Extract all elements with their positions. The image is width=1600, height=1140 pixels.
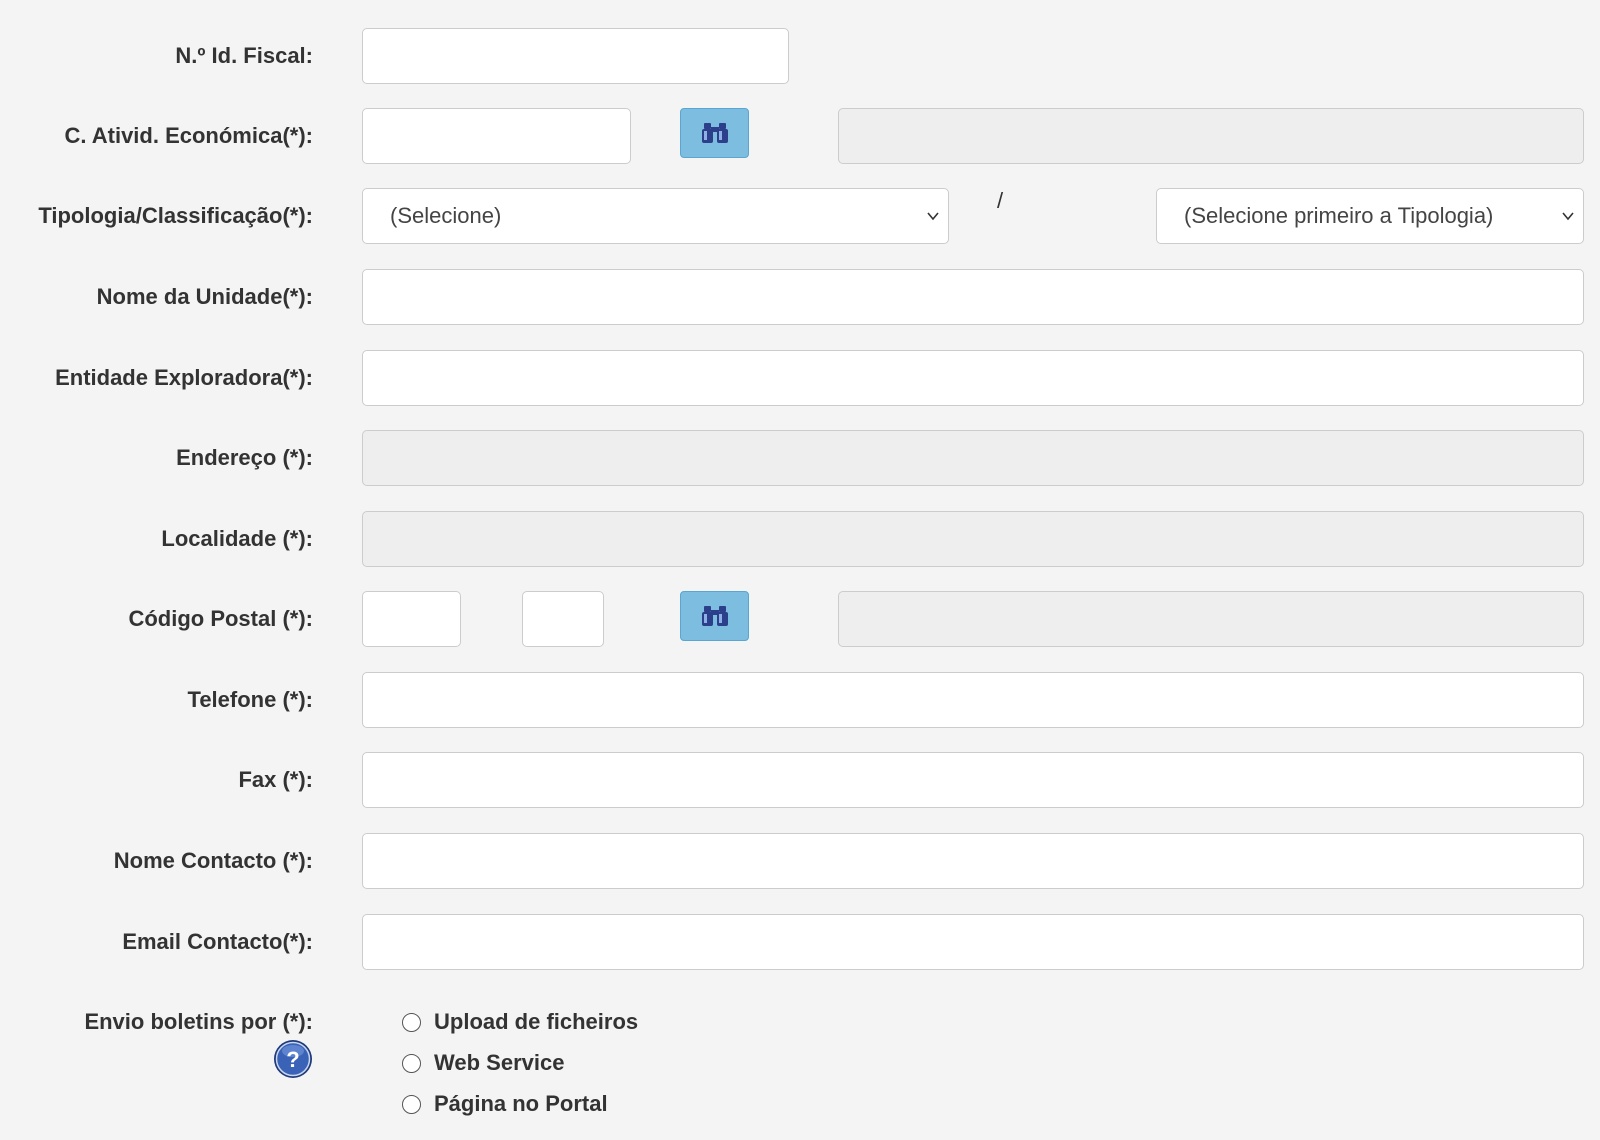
tipologia-select-value: (Selecione) [390, 203, 502, 228]
nome-contacto-input[interactable] [362, 833, 1584, 889]
cae-label: C. Ativid. Económica(*): [64, 123, 313, 148]
svg-text:?: ? [286, 1047, 299, 1072]
cp4-input[interactable] [362, 591, 461, 647]
fax-label: Fax (*): [238, 767, 313, 792]
localidade-field [362, 511, 1584, 567]
radio-upload-label: Upload de ficheiros [434, 1009, 639, 1034]
codigo-postal-search-button[interactable] [680, 591, 749, 641]
radio-portal[interactable] [402, 1094, 421, 1114]
nome-unidade-label: Nome da Unidade(*): [96, 284, 313, 309]
tipologia-select[interactable]: (Selecione) [362, 188, 949, 244]
endereco-field [362, 430, 1584, 486]
chevron-down-icon [927, 212, 939, 221]
localidade-label: Localidade (*): [161, 526, 313, 551]
telefone-label: Telefone (*): [187, 687, 313, 712]
binoculars-icon [701, 123, 728, 143]
nome-unidade-input[interactable] [362, 269, 1584, 325]
cae-input[interactable] [362, 108, 631, 164]
binoculars-icon [701, 606, 728, 626]
telefone-input[interactable] [362, 672, 1584, 728]
radio-webservice[interactable] [402, 1053, 421, 1073]
nif-label: N.º Id. Fiscal: [175, 43, 313, 68]
codigo-postal-designacao-field [838, 591, 1584, 647]
email-contacto-label: Email Contacto(*): [122, 929, 313, 954]
codigo-postal-label: Código Postal (*): [128, 606, 313, 631]
cae-search-button[interactable] [680, 108, 749, 158]
envio-option-portal[interactable]: Página no Portal [402, 1089, 608, 1119]
envio-option-webservice[interactable]: Web Service [402, 1048, 564, 1078]
radio-portal-label: Página no Portal [434, 1091, 608, 1116]
cp3-input[interactable] [522, 591, 604, 647]
help-icon[interactable]: ? [273, 1039, 313, 1079]
email-contacto-input[interactable] [362, 914, 1584, 970]
chevron-down-icon [1562, 212, 1574, 221]
entidade-input[interactable] [362, 350, 1584, 406]
endereco-label: Endereço (*): [176, 445, 313, 470]
radio-upload[interactable] [402, 1012, 421, 1032]
establishment-form: N.º Id. Fiscal: C. Ativid. Económica(*):… [0, 0, 1600, 1140]
tipologia-separator: / [997, 188, 1004, 213]
nif-input[interactable] [362, 28, 789, 84]
entidade-label: Entidade Exploradora(*): [55, 365, 313, 390]
tipologia-label: Tipologia/Classificação(*): [38, 203, 313, 228]
radio-webservice-label: Web Service [434, 1050, 565, 1075]
envio-option-upload[interactable]: Upload de ficheiros [402, 1007, 638, 1037]
classificacao-select[interactable]: (Selecione primeiro a Tipologia) [1156, 188, 1584, 244]
cae-description-field [838, 108, 1584, 164]
fax-input[interactable] [362, 752, 1584, 808]
nome-contacto-label: Nome Contacto (*): [113, 848, 313, 873]
classificacao-select-value: (Selecione primeiro a Tipologia) [1184, 203, 1494, 228]
